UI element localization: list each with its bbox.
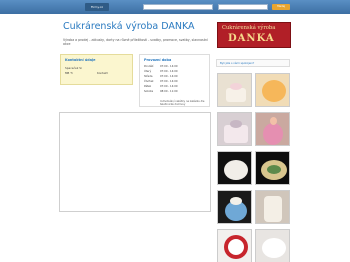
page-subtitle: Výroba a prodej - zákusky, dorty na různ… — [63, 38, 208, 46]
contact-box: Kontaktní údaje Spaceček Si MB Ti Kontak… — [60, 54, 133, 85]
gallery-photo[interactable] — [255, 190, 290, 224]
gallery-photo[interactable] — [255, 112, 290, 146]
gallery-photo[interactable] — [217, 190, 252, 224]
hours-time: 07:00 - 14:00 — [160, 80, 178, 83]
feedback-link[interactable]: Byli jste s námi spokojeni? — [216, 59, 290, 67]
hours-day: Úterý — [144, 70, 152, 73]
hours-day: Pátek — [144, 85, 152, 88]
gallery-photo[interactable] — [217, 112, 252, 146]
site-logo[interactable]: Firmy.cz — [85, 3, 109, 11]
contact-phone-value[interactable]: Kontakt — [97, 71, 108, 75]
hours-day: Čtvrtek — [144, 80, 154, 83]
opening-hours-box: Provozní doba Pondělí 07:00 - 14:00 Úter… — [139, 54, 210, 107]
hours-day: Středa — [144, 75, 153, 78]
gallery-photo[interactable] — [217, 151, 252, 185]
top-navigation-bar: Firmy.cz Hledej — [0, 0, 350, 14]
search-button[interactable]: Hledej — [272, 4, 290, 10]
search-input[interactable] — [143, 4, 213, 10]
banner-top-text: Cukrárenská výroba — [222, 25, 276, 31]
gallery-photo[interactable] — [255, 151, 290, 185]
banner-brand-text: DANKA — [228, 33, 275, 44]
location-input[interactable] — [218, 4, 268, 10]
map-panel[interactable] — [59, 112, 211, 212]
hours-day: Pondělí — [144, 65, 154, 68]
hours-time: 08:00 - 11:00 — [160, 90, 178, 93]
gallery-photo[interactable] — [217, 73, 252, 107]
gallery-photo[interactable] — [217, 229, 252, 262]
feedback-link-label: Byli jste s námi spokojeni? — [220, 62, 255, 65]
contact-title: Kontaktní údaje — [65, 58, 96, 62]
company-banner: Cukrárenská výroba DANKA — [217, 22, 291, 48]
hours-time: 07:00 - 14:00 — [160, 75, 178, 78]
contact-phone-label: MB Ti — [65, 71, 73, 75]
hours-note: Individuální nabídky na zakázku dle tele… — [160, 100, 205, 106]
hours-title: Provozní doba — [144, 58, 172, 62]
contact-name: Spaceček Si — [65, 66, 82, 70]
hours-time: 07:00 - 14:00 — [160, 65, 178, 68]
hours-time: 07:00 - 14:00 — [160, 85, 178, 88]
gallery-photo[interactable] — [255, 73, 290, 107]
hours-day: Sobota — [144, 90, 154, 93]
gallery-photo[interactable] — [255, 229, 290, 262]
page-title: Cukrárenská výroba DANKA — [63, 21, 195, 32]
hours-time: 07:00 - 14:00 — [160, 70, 178, 73]
